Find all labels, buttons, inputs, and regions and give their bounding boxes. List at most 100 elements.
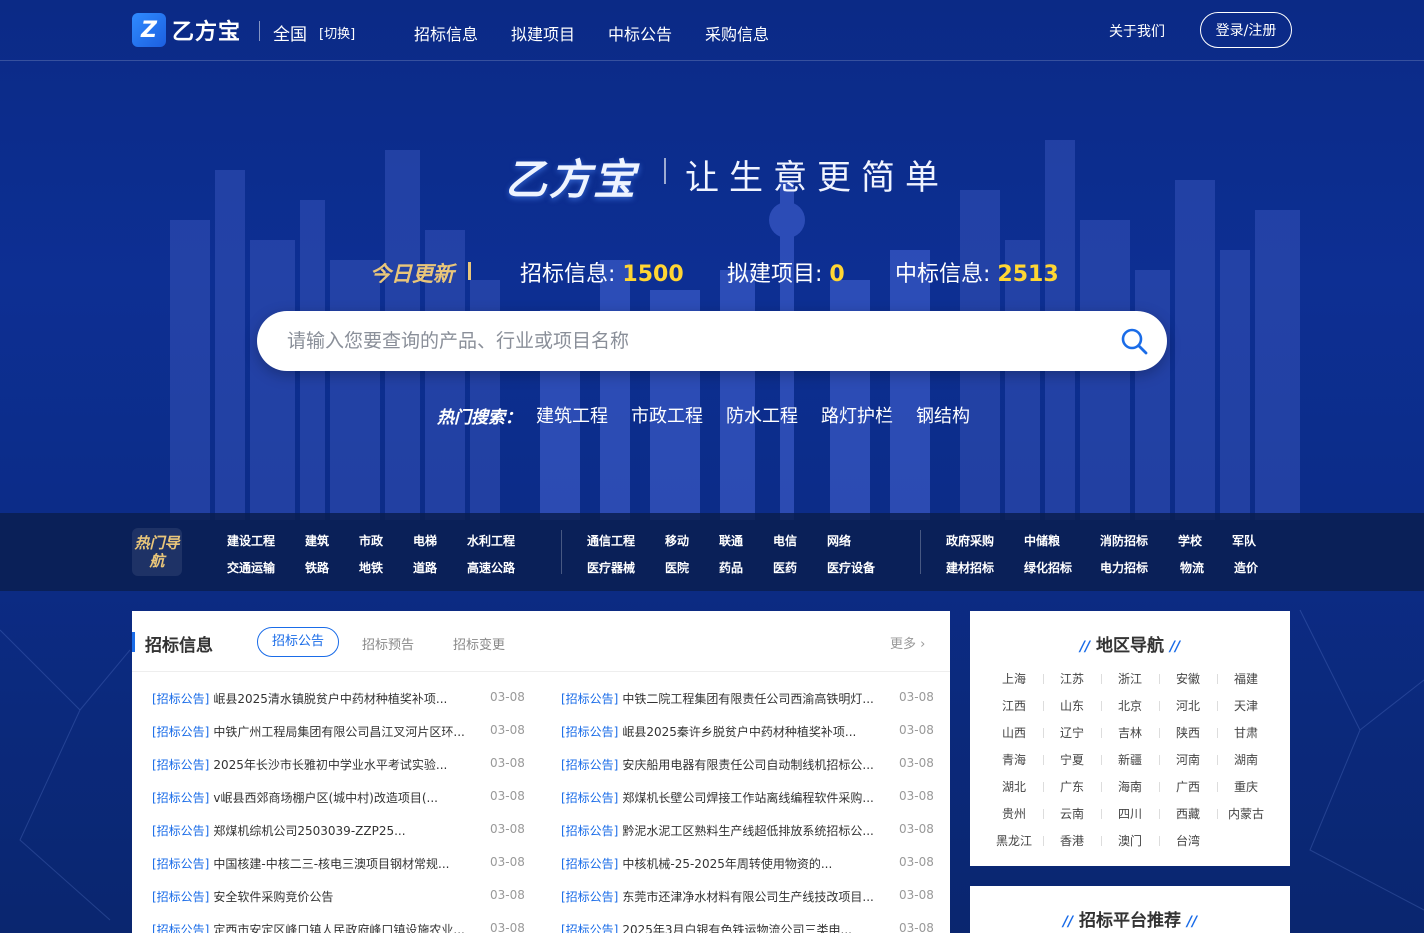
bid-list-item[interactable]: [招标公告] 安庆船用电器有限责任公司自动制线机招标公... bbox=[561, 756, 874, 773]
category-link[interactable]: 通信工程 bbox=[587, 532, 635, 549]
bid-list-item[interactable]: [招标公告] 中国核建-中核二三-核电三澳项目钢材常规... bbox=[152, 855, 449, 872]
category-link[interactable]: 建设工程 bbox=[227, 532, 275, 549]
search-icon[interactable] bbox=[1120, 327, 1148, 355]
bid-list-item[interactable]: [招标公告] 岷县2025清水镇脱贫户中药材种植奖补项... bbox=[152, 690, 447, 707]
region-link[interactable]: 浙江 bbox=[1110, 670, 1150, 687]
nav-bid-info[interactable]: 招标信息 bbox=[414, 21, 478, 45]
region-link[interactable]: 四川 bbox=[1110, 805, 1150, 822]
bid-list-item[interactable]: [招标公告] 中核机械-25-2025年周转使用物资的... bbox=[561, 855, 832, 872]
bid-list-item[interactable]: [招标公告] 安全软件采购竞价公告 bbox=[152, 888, 333, 905]
region-link[interactable]: 陕西 bbox=[1168, 724, 1208, 741]
category-link[interactable]: 电梯 bbox=[413, 532, 437, 549]
platform-recommend-title: // 招标平台推荐 // bbox=[970, 906, 1290, 931]
bid-list-item[interactable]: [招标公告] 郑煤机综机公司2503039-ZZP25... bbox=[152, 822, 406, 839]
region-link[interactable]: 江苏 bbox=[1052, 670, 1092, 687]
region-link[interactable]: 青海 bbox=[994, 751, 1034, 768]
region-link[interactable]: 北京 bbox=[1110, 697, 1150, 714]
category-link[interactable]: 中储粮 bbox=[1024, 532, 1060, 549]
brand-logo[interactable]: Z 乙方宝 bbox=[132, 13, 241, 47]
region-link[interactable]: 云南 bbox=[1052, 805, 1092, 822]
about-us-link[interactable]: 关于我们 bbox=[1109, 21, 1165, 41]
category-link[interactable]: 移动 bbox=[665, 532, 689, 549]
category-link[interactable]: 军队 bbox=[1232, 532, 1256, 549]
category-link[interactable]: 建筑 bbox=[305, 532, 329, 549]
region-link[interactable]: 上海 bbox=[994, 670, 1034, 687]
region-switch-link[interactable]: [切换] bbox=[319, 23, 355, 42]
category-link[interactable]: 道路 bbox=[413, 559, 437, 576]
category-link[interactable]: 医院 bbox=[665, 559, 689, 576]
region-link[interactable]: 贵州 bbox=[994, 805, 1034, 822]
more-link[interactable]: 更多 › bbox=[890, 633, 925, 652]
region-link[interactable]: 新疆 bbox=[1110, 751, 1150, 768]
bid-list-item[interactable]: [招标公告] 2025年3月白银有色铁运物流公司三类申... bbox=[561, 921, 852, 933]
bid-list-item[interactable]: [招标公告] 中铁广州工程局集团有限公司昌江叉河片区环... bbox=[152, 723, 465, 740]
hot-term[interactable]: 市政工程 bbox=[631, 402, 703, 428]
login-register-button[interactable]: 登录/注册 bbox=[1200, 12, 1292, 48]
region-link[interactable]: 河北 bbox=[1168, 697, 1208, 714]
region-link[interactable]: 广西 bbox=[1168, 778, 1208, 795]
category-link[interactable]: 电信 bbox=[773, 532, 797, 549]
category-link[interactable]: 医药 bbox=[773, 559, 797, 576]
region-link[interactable]: 湖南 bbox=[1226, 751, 1266, 768]
category-link[interactable]: 市政 bbox=[359, 532, 383, 549]
region-link[interactable]: 海南 bbox=[1110, 778, 1150, 795]
nav-planned-projects[interactable]: 拟建项目 bbox=[511, 21, 575, 45]
region-link[interactable]: 湖北 bbox=[994, 778, 1034, 795]
category-link[interactable]: 建材招标 bbox=[946, 559, 994, 576]
category-link[interactable]: 造价 bbox=[1234, 559, 1258, 576]
hot-term[interactable]: 路灯护栏 bbox=[821, 402, 893, 428]
category-link[interactable]: 医疗设备 bbox=[827, 559, 875, 576]
region-link[interactable]: 山东 bbox=[1052, 697, 1092, 714]
bid-list-item[interactable]: [招标公告] v岷县西郊商场棚户区(城中村)改造项目(... bbox=[152, 789, 438, 806]
category-link[interactable]: 学校 bbox=[1178, 532, 1202, 549]
category-link[interactable]: 铁路 bbox=[305, 559, 329, 576]
category-link[interactable]: 联通 bbox=[719, 532, 743, 549]
region-link[interactable]: 河南 bbox=[1168, 751, 1208, 768]
category-link[interactable]: 物流 bbox=[1180, 559, 1204, 576]
bid-list-item[interactable]: [招标公告] 郑煤机长壁公司焊接工作站离线编程软件采购... bbox=[561, 789, 874, 806]
region-link[interactable]: 内蒙古 bbox=[1226, 805, 1266, 822]
hot-term[interactable]: 防水工程 bbox=[726, 402, 798, 428]
region-link[interactable]: 澳门 bbox=[1110, 832, 1150, 849]
nav-procurement-info[interactable]: 采购信息 bbox=[705, 21, 769, 45]
region-link[interactable]: 山西 bbox=[994, 724, 1034, 741]
region-link[interactable]: 吉林 bbox=[1110, 724, 1150, 741]
category-link[interactable]: 消防招标 bbox=[1100, 532, 1148, 549]
hot-term[interactable]: 钢结构 bbox=[916, 402, 970, 428]
category-link[interactable]: 水利工程 bbox=[467, 532, 515, 549]
region-link[interactable]: 天津 bbox=[1226, 697, 1266, 714]
tab-bid-preview[interactable]: 招标预告 bbox=[362, 634, 414, 653]
category-link[interactable]: 交通运输 bbox=[227, 559, 275, 576]
category-link[interactable]: 地铁 bbox=[359, 559, 383, 576]
region-link[interactable]: 宁夏 bbox=[1052, 751, 1092, 768]
category-link[interactable]: 网络 bbox=[827, 532, 851, 549]
region-link[interactable]: 香港 bbox=[1052, 832, 1092, 849]
region-link[interactable]: 安徽 bbox=[1168, 670, 1208, 687]
bid-list-item[interactable]: [招标公告] 2025年长沙市长雅初中学业水平考试实验... bbox=[152, 756, 447, 773]
region-link[interactable]: 辽宁 bbox=[1052, 724, 1092, 741]
region-link[interactable]: 重庆 bbox=[1226, 778, 1266, 795]
category-link[interactable]: 药品 bbox=[719, 559, 743, 576]
region-link[interactable]: 黑龙江 bbox=[994, 832, 1034, 849]
bid-list-item[interactable]: [招标公告] 中铁二院工程集团有限责任公司西渝高铁明灯... bbox=[561, 690, 874, 707]
category-link[interactable]: 医疗器械 bbox=[587, 559, 635, 576]
category-link[interactable]: 高速公路 bbox=[467, 559, 515, 576]
tab-bid-change[interactable]: 招标变更 bbox=[453, 634, 505, 653]
region-link[interactable]: 江西 bbox=[994, 697, 1034, 714]
bid-list-item[interactable]: [招标公告] 岷县2025秦许乡脱贫户中药材种植奖补项... bbox=[561, 723, 856, 740]
region-link[interactable]: 广东 bbox=[1052, 778, 1092, 795]
region-link[interactable]: 西藏 bbox=[1168, 805, 1208, 822]
category-link[interactable]: 电力招标 bbox=[1100, 559, 1148, 576]
category-link[interactable]: 绿化招标 bbox=[1024, 559, 1072, 576]
bid-list-item[interactable]: [招标公告] 黔泥水泥工区熟料生产线超低排放系统招标公... bbox=[561, 822, 874, 839]
search-input[interactable] bbox=[287, 325, 1087, 357]
region-link[interactable]: 台湾 bbox=[1168, 832, 1208, 849]
hot-term[interactable]: 建筑工程 bbox=[536, 402, 608, 428]
region-link[interactable]: 甘肃 bbox=[1226, 724, 1266, 741]
nav-winning-notices[interactable]: 中标公告 bbox=[608, 21, 672, 45]
region-link[interactable]: 福建 bbox=[1226, 670, 1266, 687]
category-link[interactable]: 政府采购 bbox=[946, 532, 994, 549]
bid-list-item[interactable]: [招标公告] 东莞市还津净水材料有限公司生产线技改项目... bbox=[561, 888, 874, 905]
tab-bid-notice[interactable]: 招标公告 bbox=[257, 627, 339, 657]
bid-list-item[interactable]: [招标公告] 定西市安定区峰口镇人民政府峰口镇设施农业... bbox=[152, 921, 465, 933]
